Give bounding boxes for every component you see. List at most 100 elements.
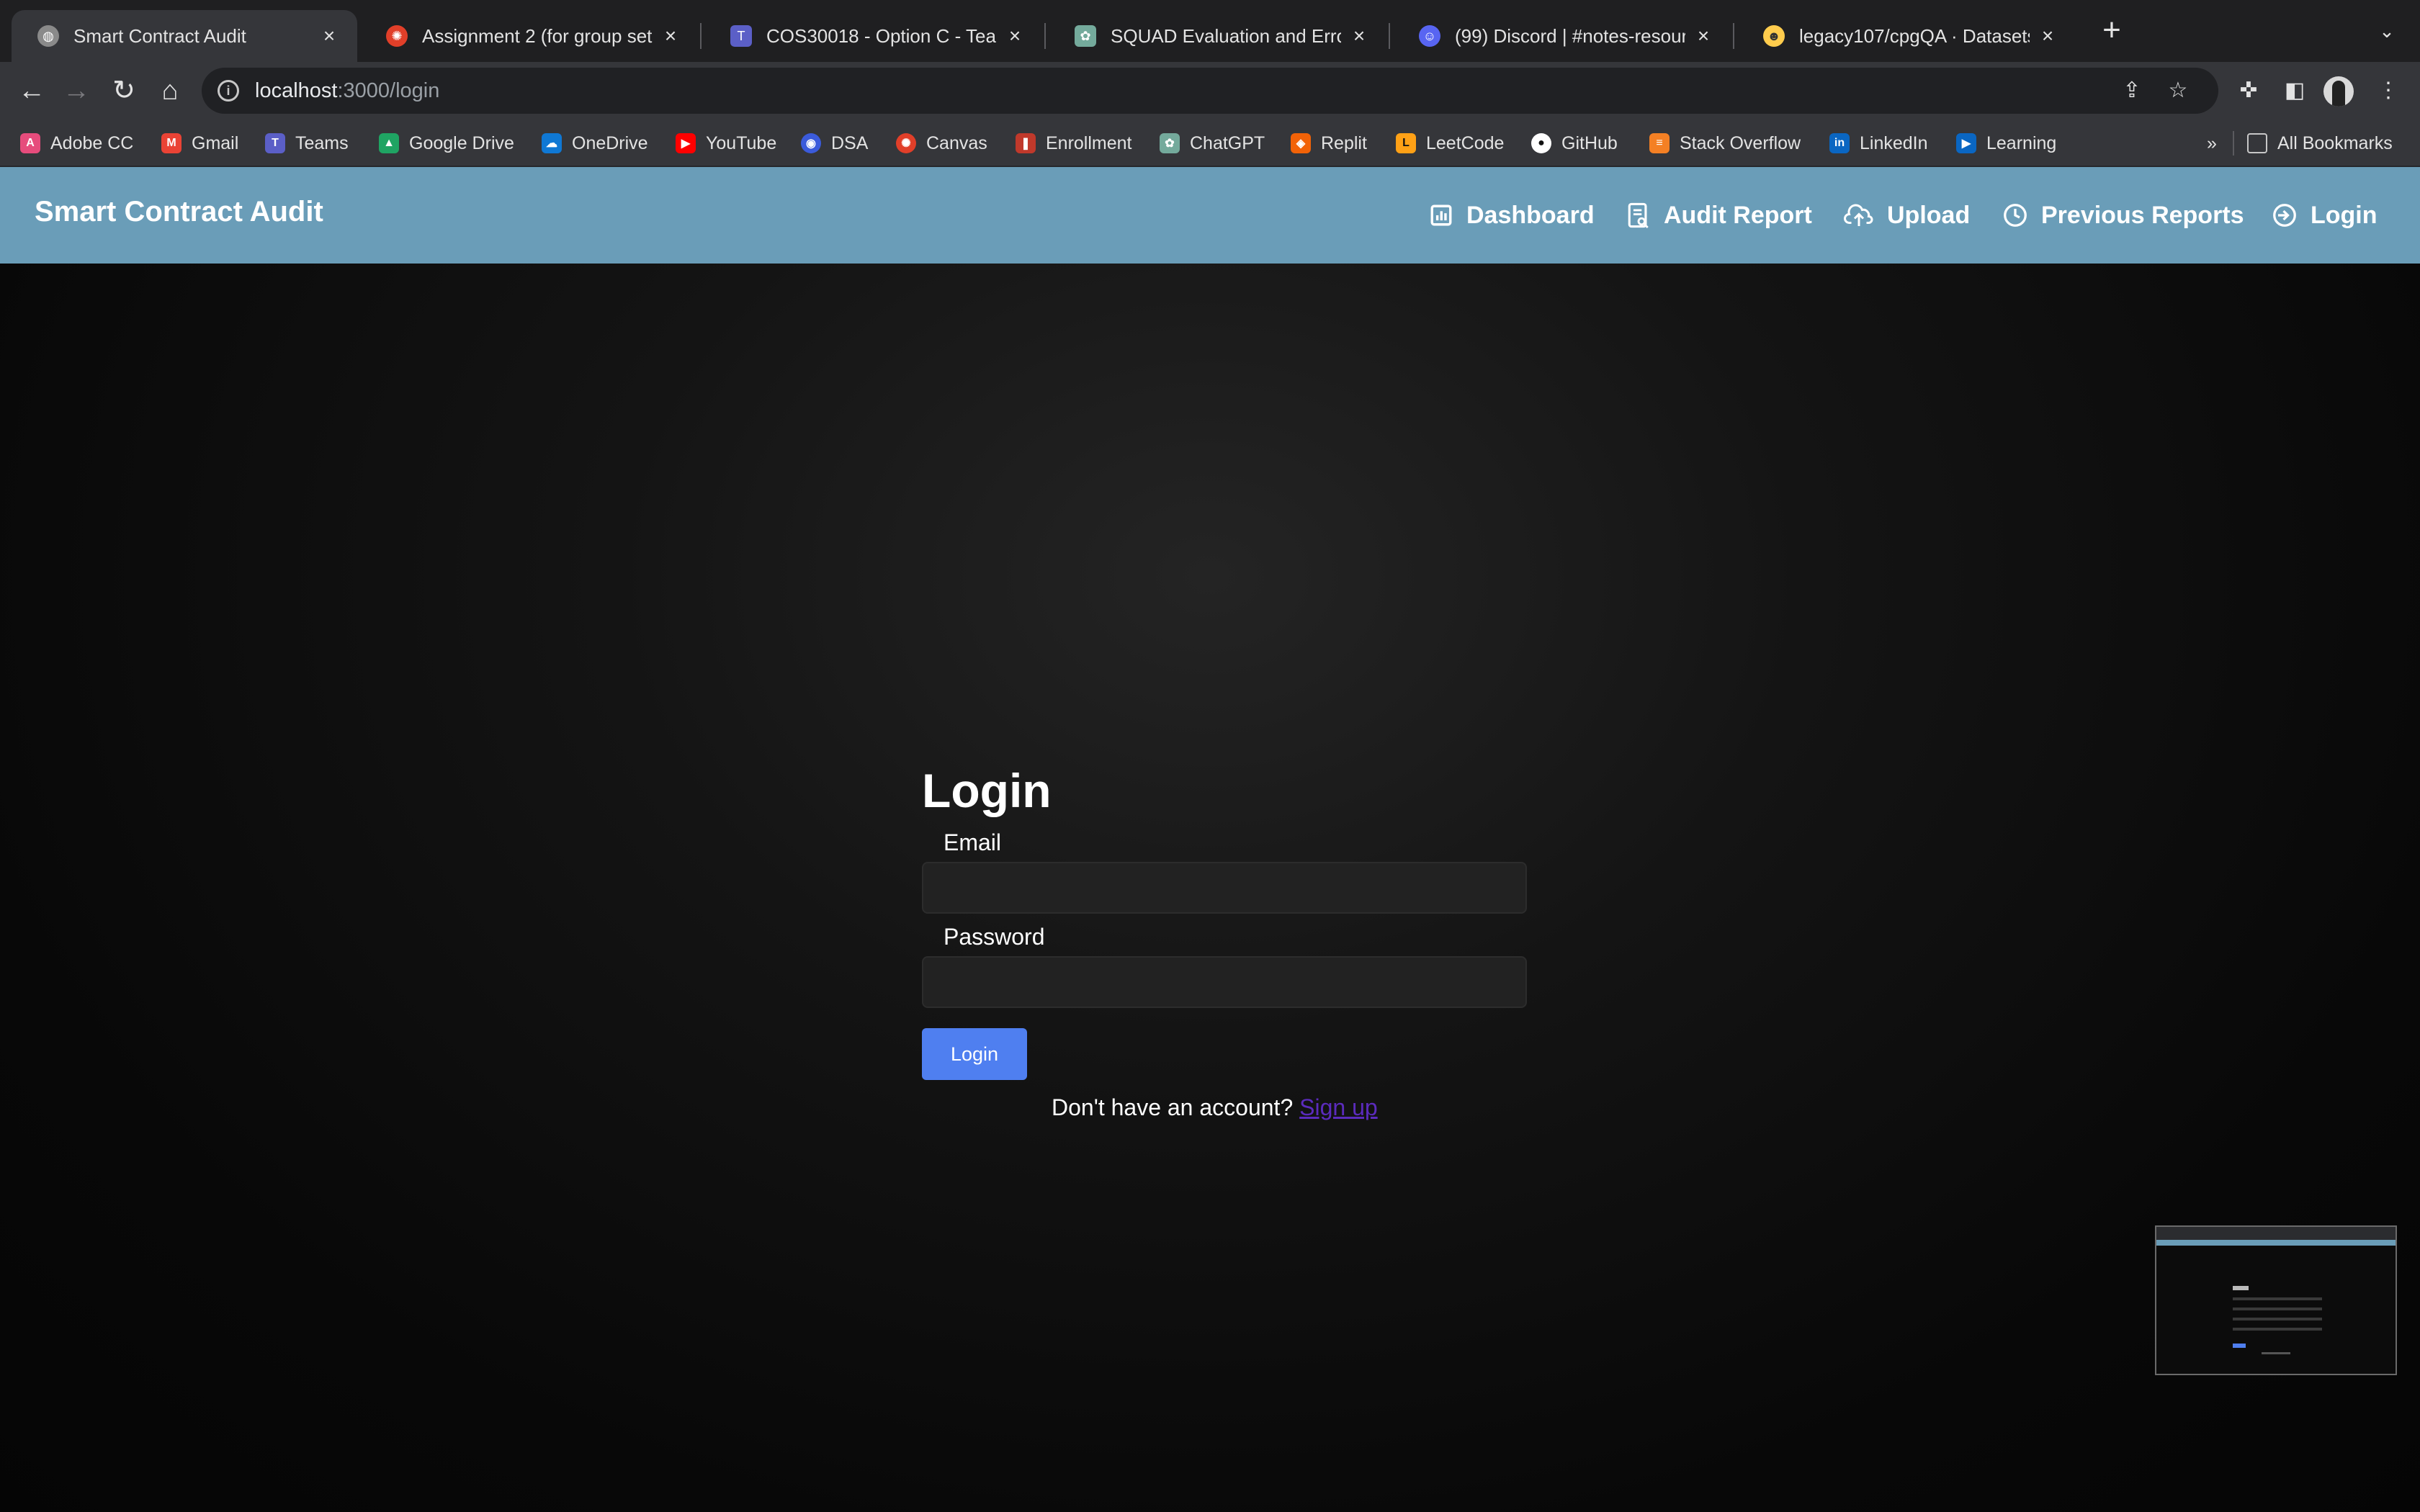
signup-prompt: Don't have an account? [1052, 1094, 1294, 1120]
bookmark-google-drive[interactable]: ▲ Google Drive [379, 130, 514, 157]
tab-title: COS30018 - Option C - Team [766, 24, 997, 47]
bookmark-gmail[interactable]: M Gmail [161, 130, 238, 157]
login-button[interactable]: Login [922, 1028, 1027, 1080]
login-icon [2273, 204, 2296, 227]
huggingface-icon: ☻ [1763, 25, 1785, 47]
all-bookmarks-button[interactable]: All Bookmarks [2247, 130, 2393, 157]
nav-label: Login [2311, 201, 2378, 229]
learning-icon: ▶ [1956, 133, 1976, 153]
bookmark-youtube[interactable]: ▶ YouTube [676, 130, 776, 157]
close-icon[interactable]: × [2037, 24, 2058, 48]
back-arrow-icon[interactable]: ← [14, 73, 49, 108]
bookmark-chatgpt[interactable]: ✿ ChatGPT [1160, 130, 1265, 157]
bookmark-label: GitHub [1561, 132, 1618, 153]
thumbnail-browser-bar [2156, 1227, 2396, 1240]
menu-kebab-icon[interactable]: ⋮ [2374, 76, 2403, 105]
close-icon[interactable]: × [318, 24, 340, 48]
tab-smart-contract-audit[interactable]: ◍ Smart Contract Audit × [12, 10, 357, 62]
bookmarks-overflow-button[interactable]: » [2207, 130, 2217, 157]
password-label: Password [944, 924, 1045, 950]
login-title: Login [922, 764, 1052, 817]
forward-arrow-icon[interactable]: → [59, 73, 94, 108]
bookmark-replit[interactable]: ◈ Replit [1291, 130, 1367, 157]
close-icon[interactable]: × [660, 24, 681, 48]
tab-search-chevron-icon[interactable]: ⌄ [2372, 20, 2401, 49]
bookmark-label: Stack Overflow [1680, 132, 1801, 153]
dsa-icon: ◉ [801, 133, 821, 153]
home-icon[interactable]: ⌂ [153, 73, 187, 108]
bookmark-separator [2233, 131, 2234, 156]
bookmark-label: Enrollment [1046, 132, 1132, 153]
bookmark-label: Teams [295, 132, 349, 153]
close-icon[interactable]: × [1693, 24, 1714, 48]
thumbnail-app-nav [2156, 1240, 2396, 1246]
chatgpt-icon: ✿ [1160, 133, 1180, 153]
globe-icon: ◍ [37, 25, 59, 47]
bookmark-enrollment[interactable]: ❚ Enrollment [1016, 130, 1132, 157]
close-icon[interactable]: × [1348, 24, 1370, 48]
address-bar[interactable]: i localhost:3000/login ⇪ ☆ [202, 68, 2218, 114]
nav-label: Upload [1887, 201, 1971, 229]
nav-audit-report[interactable]: Audit Report [1626, 197, 1812, 233]
side-panel-icon[interactable]: ◧ [2280, 76, 2309, 105]
bookmark-dsa[interactable]: ◉ DSA [801, 130, 868, 157]
password-field[interactable] [922, 956, 1527, 1008]
bookmark-adobe-cc[interactable]: A Adobe CC [20, 130, 133, 157]
bookmark-onedrive[interactable]: ☁ OneDrive [542, 130, 648, 157]
extensions-puzzle-icon[interactable]: ✜ [2234, 76, 2263, 105]
close-icon[interactable]: × [1004, 24, 1026, 48]
tab-discord[interactable]: ☺ (99) Discord | #notes-resources × [1393, 10, 1731, 62]
bookmarks-bar: A Adobe CC M Gmail T Teams ▲ Google Drive ☁ O… [0, 120, 2420, 167]
profile-avatar[interactable] [2323, 76, 2354, 107]
tab-separator [1389, 23, 1390, 49]
cloud-upload-icon [1844, 204, 1873, 226]
tab-squad[interactable]: ✿ SQUAD Evaluation and Error × [1049, 10, 1387, 62]
bookmark-github[interactable]: ● GitHub [1531, 130, 1618, 157]
nav-login[interactable]: Login [2272, 197, 2378, 233]
tab-cos30018[interactable]: T COS30018 - Option C - Team × [704, 10, 1043, 62]
bookmark-label: Canvas [926, 132, 987, 153]
bookmark-label: LeetCode [1426, 132, 1505, 153]
bookmark-star-icon[interactable]: ☆ [2164, 76, 2192, 105]
site-info-icon[interactable]: i [218, 80, 239, 102]
screenshot-thumbnail[interactable] [2155, 1225, 2397, 1375]
bookmark-label: YouTube [706, 132, 777, 153]
bookmark-leetcode[interactable]: L LeetCode [1396, 130, 1504, 157]
onedrive-icon: ☁ [542, 133, 562, 153]
tab-title: Assignment 2 (for group set 2) [422, 24, 653, 47]
signup-link[interactable]: Sign up [1299, 1094, 1378, 1120]
email-label: Email [944, 829, 1002, 855]
nav-label: Audit Report [1664, 201, 1812, 229]
thumbnail-field [2233, 1318, 2322, 1320]
url-path: :3000/login [337, 78, 440, 102]
linkedin-icon: in [1829, 133, 1850, 153]
app-brand[interactable]: Smart Contract Audit [35, 196, 323, 228]
bookmark-learning[interactable]: ▶ Learning [1956, 130, 2056, 157]
bookmark-stack-overflow[interactable]: ≡ Stack Overflow [1649, 130, 1801, 157]
bookmark-label: DSA [831, 132, 869, 153]
tab-assignment[interactable]: ✺ Assignment 2 (for group set 2) × [360, 10, 699, 62]
tab-title: SQUAD Evaluation and Error [1111, 24, 1341, 47]
thumbnail-text [2262, 1352, 2290, 1354]
report-icon [1628, 202, 1649, 229]
new-tab-button[interactable]: + [2096, 14, 2128, 48]
bookmark-label: Google Drive [409, 132, 514, 153]
drive-icon: ▲ [379, 133, 399, 153]
reload-icon[interactable]: ↻ [107, 73, 141, 108]
nav-upload[interactable]: Upload [1844, 197, 1970, 233]
nav-previous-reports[interactable]: Previous Reports [2002, 197, 2244, 233]
canvas-icon: ✺ [386, 25, 408, 47]
bookmark-canvas[interactable]: ✺ Canvas [896, 130, 987, 157]
tab-huggingface[interactable]: ☻ legacy107/cpgQA · Datasets at × [1737, 10, 2076, 62]
thumbnail-field [2233, 1297, 2322, 1300]
nav-dashboard[interactable]: Dashboard [1429, 197, 1595, 233]
bookmark-teams[interactable]: T Teams [265, 130, 349, 157]
teams-icon: T [730, 25, 752, 47]
chart-icon [1430, 204, 1452, 226]
bookmark-label: Learning [1986, 132, 2057, 153]
tab-title: (99) Discord | #notes-resources [1455, 24, 1685, 47]
email-field[interactable] [922, 862, 1527, 914]
thumbnail-field [2233, 1328, 2322, 1331]
share-icon[interactable]: ⇪ [2118, 76, 2146, 105]
bookmark-linkedin[interactable]: in LinkedIn [1829, 130, 1928, 157]
